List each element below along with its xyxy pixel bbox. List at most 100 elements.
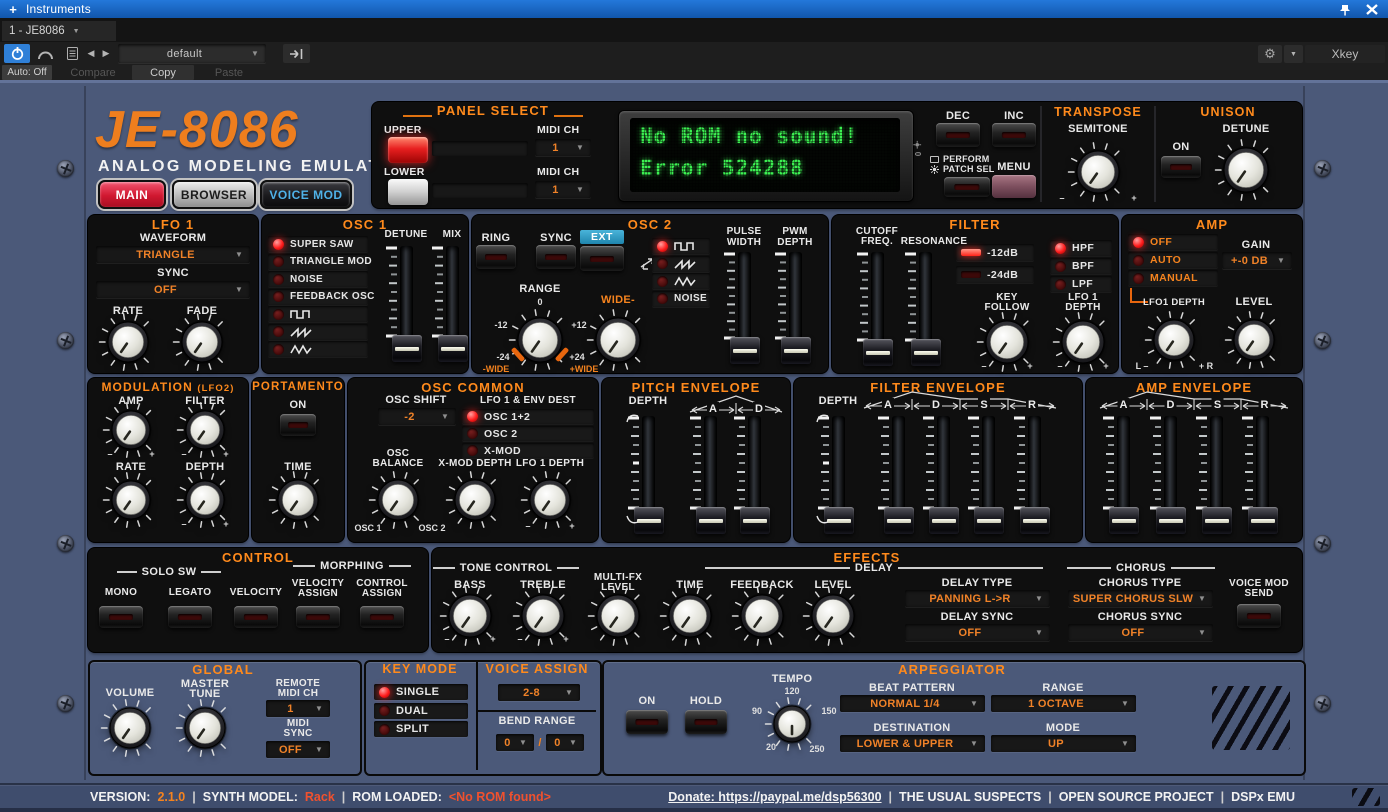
- slider-handle[interactable]: [696, 507, 726, 534]
- pin-icon[interactable]: [1338, 3, 1352, 16]
- led-option[interactable]: [268, 341, 368, 357]
- prev-preset-button[interactable]: ◀: [84, 44, 98, 63]
- lower-midi-ch-select[interactable]: 1 ▼: [535, 181, 591, 198]
- velocity-assign-button[interactable]: [296, 606, 340, 628]
- control-assign-button[interactable]: [360, 606, 404, 628]
- chorus-sync-select[interactable]: OFF ▼: [1068, 624, 1213, 641]
- led-option[interactable]: MANUAL: [1128, 270, 1218, 286]
- slider-handle[interactable]: [740, 507, 770, 534]
- delay-sync-select[interactable]: OFF ▼: [905, 624, 1050, 641]
- chorus-type-select[interactable]: SUPER CHORUS SLW ▼: [1068, 590, 1213, 607]
- upper-button[interactable]: [388, 137, 428, 163]
- legato-button[interactable]: [168, 606, 212, 628]
- listen-icon[interactable]: [33, 44, 58, 63]
- close-icon[interactable]: [1366, 4, 1378, 15]
- led-option[interactable]: DUAL: [374, 702, 468, 719]
- slider-handle[interactable]: [1156, 507, 1186, 534]
- lfo1-waveform-select[interactable]: TRIANGLE ▼: [96, 246, 250, 263]
- osc1-detune-slider[interactable]: [384, 242, 428, 362]
- portamento-time-knob[interactable]: [268, 470, 328, 535]
- lfo1-fade-knob[interactable]: [172, 312, 232, 377]
- volume-knob[interactable]: [100, 698, 160, 763]
- voice-assign-select[interactable]: 2-8 ▼: [498, 684, 580, 701]
- velocity-button[interactable]: [234, 606, 278, 628]
- led-option[interactable]: OSC 1+2: [462, 409, 594, 424]
- mod-rate-knob[interactable]: [102, 471, 160, 534]
- led-option[interactable]: NOISE: [268, 271, 368, 287]
- arp-mode-select[interactable]: UP ▼: [991, 735, 1136, 752]
- filter-release-slider[interactable]: [1012, 412, 1056, 534]
- pwm-depth-slider[interactable]: [773, 248, 817, 364]
- feedback-knob[interactable]: [731, 585, 793, 652]
- xmod-depth-knob[interactable]: [445, 470, 505, 535]
- master-tune-knob[interactable]: [175, 698, 235, 763]
- power-button[interactable]: [4, 44, 30, 63]
- lcd-brightness[interactable]: 0: [913, 140, 922, 156]
- ext-button[interactable]: [580, 246, 624, 271]
- file-icon[interactable]: [62, 44, 82, 63]
- add-icon[interactable]: +: [0, 2, 26, 17]
- led-option[interactable]: BPF: [1050, 258, 1112, 274]
- led-option[interactable]: -24dB: [956, 266, 1034, 283]
- filter-attack-slider[interactable]: [876, 412, 920, 534]
- slider-handle[interactable]: [1248, 507, 1278, 534]
- led-option[interactable]: LPF: [1050, 276, 1112, 292]
- led-option[interactable]: OFF: [1128, 234, 1218, 250]
- tab-main[interactable]: MAIN: [98, 180, 166, 209]
- semitone-knob[interactable]: [1067, 141, 1129, 208]
- led-option[interactable]: [652, 273, 710, 289]
- led-option[interactable]: [652, 255, 710, 272]
- slider-handle[interactable]: [929, 507, 959, 534]
- midi-sync-select[interactable]: OFF ▼: [266, 741, 330, 758]
- donate-link[interactable]: Donate: https://paypal.me/dsp56300: [668, 790, 881, 804]
- slider-handle[interactable]: [730, 337, 760, 364]
- xkey-button[interactable]: Xkey: [1305, 45, 1385, 63]
- amp-decay-slider[interactable]: [1148, 412, 1192, 534]
- arp-hold-button[interactable]: [685, 710, 727, 734]
- slider-handle[interactable]: [781, 337, 811, 364]
- lower-button[interactable]: [388, 179, 428, 205]
- led-option[interactable]: FEEDBACK OSC: [268, 288, 374, 305]
- slider-handle[interactable]: [911, 339, 941, 366]
- gain-select[interactable]: +-0 DB ▼: [1222, 252, 1292, 269]
- pitch-depth-slider[interactable]: [626, 412, 670, 534]
- led-option[interactable]: OSC 2: [462, 426, 594, 441]
- amp-lfo1-depth-knob[interactable]: [1144, 310, 1204, 375]
- chevron-down-icon[interactable]: ▼: [1284, 45, 1303, 63]
- compare-button[interactable]: Compare: [58, 65, 128, 80]
- led-option[interactable]: SPLIT: [374, 721, 468, 737]
- filter-sustain-slider[interactable]: [966, 412, 1010, 534]
- delay-time-knob[interactable]: [659, 585, 721, 652]
- led-option[interactable]: [652, 238, 710, 254]
- destination-select[interactable]: LOWER & UPPER ▼: [840, 735, 985, 752]
- slider-handle[interactable]: [1020, 507, 1050, 534]
- led-option[interactable]: TRIANGLE MOD: [268, 253, 372, 270]
- amp-level-knob[interactable]: [1224, 310, 1284, 375]
- led-option[interactable]: HPF: [1050, 240, 1112, 256]
- remote-midi-select[interactable]: 1 ▼: [266, 700, 330, 717]
- panic-icon[interactable]: [283, 44, 310, 63]
- paste-button[interactable]: Paste: [198, 65, 260, 80]
- slider-handle[interactable]: [1202, 507, 1232, 534]
- auto-status[interactable]: Auto: Off: [2, 65, 52, 80]
- amp-attack-slider[interactable]: [1101, 412, 1145, 534]
- gear-icon[interactable]: ⚙: [1258, 45, 1282, 63]
- led-option[interactable]: -12dB: [956, 244, 1034, 261]
- portamento-on-button[interactable]: [280, 414, 316, 436]
- delay-type-select[interactable]: PANNING L->R ▼: [905, 590, 1050, 607]
- voice-mod-send-button[interactable]: [1237, 604, 1281, 628]
- slider-handle[interactable]: [863, 339, 893, 366]
- lfo1-rate-knob[interactable]: [98, 312, 158, 377]
- next-preset-button[interactable]: ▶: [99, 44, 113, 63]
- tab-voice-mod[interactable]: VOICE MOD: [260, 180, 352, 209]
- arp-on-button[interactable]: [626, 710, 668, 734]
- slider-handle[interactable]: [884, 507, 914, 534]
- menu-button[interactable]: [992, 175, 1036, 198]
- tempo-knob[interactable]: [764, 696, 820, 757]
- pitch-attack-slider[interactable]: [688, 412, 732, 534]
- pulse-width-slider[interactable]: [722, 248, 766, 364]
- filter-depth-slider[interactable]: [816, 412, 860, 534]
- led-option[interactable]: NOISE: [652, 290, 710, 307]
- resonance-slider[interactable]: [903, 248, 947, 366]
- osc1-mix-slider[interactable]: [430, 242, 474, 362]
